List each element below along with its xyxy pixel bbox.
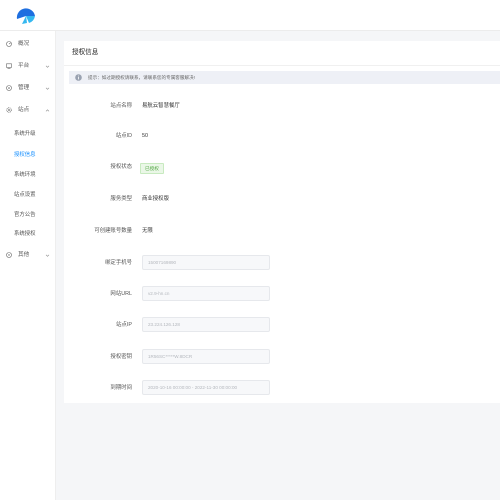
- settings-icon: [6, 251, 12, 258]
- field-label: 授权状态: [110, 164, 132, 170]
- expiry-row: 到期时间 2020-10-16 00:00:00 - 2022-11-30 00…: [64, 380, 500, 396]
- sidebar-item-label: 管理: [18, 85, 30, 91]
- monitor-icon: [6, 63, 12, 69]
- sidebar-subitem-auth-info[interactable]: 授权信息: [14, 149, 54, 161]
- service-type-value: 商业授权版: [142, 196, 169, 202]
- notice-bar: 提示：如过期授权请联系，请联系您的专属客服解决!: [69, 71, 500, 84]
- expiry-field[interactable]: 2020-10-16 00:00:00 - 2022-11-30 00:00:0…: [142, 380, 270, 395]
- chevron-up-icon: [45, 108, 50, 112]
- sidebar-subitem-announcements[interactable]: 官方公告: [14, 209, 54, 221]
- page-title: 授权信息: [72, 49, 99, 56]
- phone-row: 绑定手机号 15007169890: [64, 255, 500, 271]
- sidebar-subitem-system-auth[interactable]: 系统授权: [14, 228, 54, 240]
- chevron-down-icon: [45, 65, 50, 68]
- field-label: 绑定手机号: [105, 260, 132, 266]
- sidebar-subitem-system-env[interactable]: 系统环境: [14, 169, 54, 181]
- field-label: 可创建账号数量: [94, 228, 132, 234]
- info-icon: [75, 74, 82, 81]
- field-label: 到期时间: [110, 385, 132, 391]
- account-count-row: 可创建账号数量 无限: [64, 223, 500, 239]
- site-url-field[interactable]: v2.9-hn.cn: [142, 286, 270, 301]
- site-ip-row: 站点IP 23.224.126.128: [64, 317, 500, 333]
- service-type-row: 服务类型 商业授权版: [64, 191, 500, 207]
- sidebar-item-label: 其他: [18, 252, 30, 258]
- auth-key-field[interactable]: 1R56SC*****W.8DCR: [142, 349, 270, 364]
- notice-text: 提示：如过期授权请联系，请联系您的专属客服解决!: [88, 75, 195, 80]
- field-label: 站点IP: [116, 322, 132, 328]
- brand-logo-icon[interactable]: [15, 7, 37, 25]
- site-name-row: 站点名称 易航云智慧餐厅: [64, 98, 500, 114]
- chevron-down-icon: [45, 87, 50, 90]
- sidebar-item-label: 平台: [18, 63, 30, 69]
- top-bar: [0, 0, 500, 31]
- field-label: 站点名称: [110, 103, 132, 109]
- sidebar-item-overview[interactable]: 概况: [0, 37, 55, 51]
- sidebar-item-site[interactable]: 站点: [0, 103, 55, 117]
- field-label: 授权密钥: [110, 354, 132, 360]
- account-count-value: 无限: [142, 228, 153, 234]
- sidebar-item-platform[interactable]: 平台: [0, 59, 55, 73]
- divider: [64, 65, 500, 66]
- site-name-value: 易航云智慧餐厅: [142, 103, 180, 109]
- sidebar-item-label: 概况: [18, 41, 30, 47]
- gear-icon: [6, 106, 12, 113]
- sidebar-item-other[interactable]: 其他: [0, 248, 55, 262]
- field-label: 站点ID: [115, 133, 132, 139]
- sidebar-subitem-system-upgrade[interactable]: 系统升级: [14, 128, 54, 140]
- sidebar-subitem-site-settings[interactable]: 站点设置: [14, 189, 54, 201]
- auth-info-card: 授权信息 提示：如过期授权请联系，请联系您的专属客服解决! 站点名称 易航云智慧…: [64, 41, 500, 403]
- site-id-value: 50: [142, 133, 148, 139]
- admin-icon: [6, 84, 12, 91]
- status-badge: 已授权: [140, 162, 164, 174]
- sidebar-item-admin[interactable]: 管理: [0, 81, 55, 95]
- phone-field[interactable]: 15007169890: [142, 255, 270, 270]
- chevron-down-icon: [45, 254, 50, 257]
- site-url-row: 网站URL v2.9-hn.cn: [64, 286, 500, 302]
- auth-key-row: 授权密钥 1R56SC*****W.8DCR: [64, 349, 500, 365]
- sidebar: 概况 平台 管理 站点 系统升级 授权信息 系统环境 站点设置 官方公告 系统授…: [0, 31, 56, 500]
- field-label: 服务类型: [110, 196, 132, 202]
- site-id-row: 站点ID 50: [64, 128, 500, 144]
- sidebar-item-label: 站点: [18, 107, 30, 113]
- field-label: 网站URL: [110, 291, 132, 297]
- auth-status-row: 授权状态 已授权: [64, 159, 500, 175]
- dashboard-icon: [6, 40, 12, 47]
- site-ip-field[interactable]: 23.224.126.128: [142, 317, 270, 332]
